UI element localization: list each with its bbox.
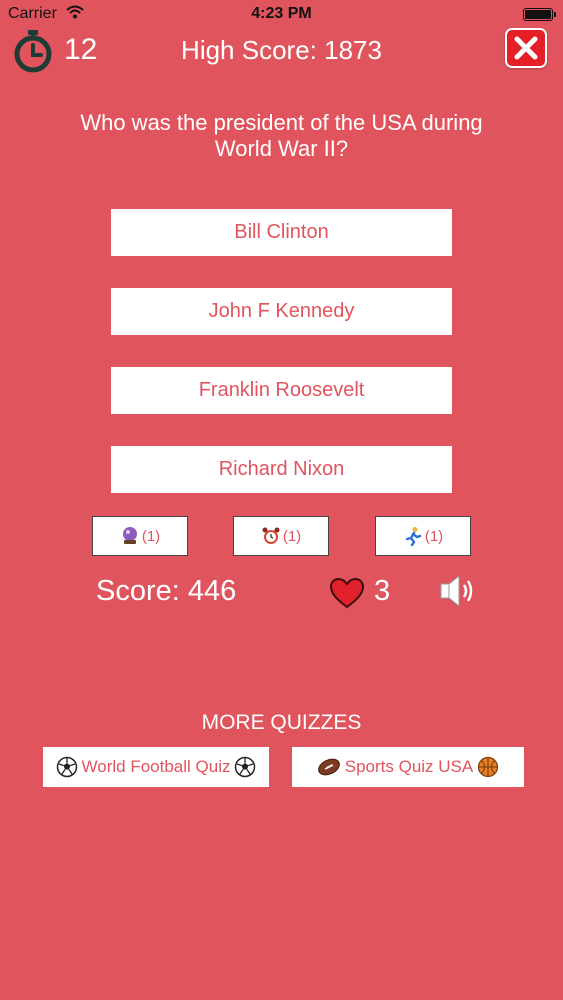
powerup-alarm-clock-button[interactable]: (1) (233, 516, 329, 556)
battery-icon (523, 8, 556, 21)
score-text: Score: 446 (96, 575, 237, 607)
soccer-ball-icon (56, 756, 77, 778)
heart-icon (329, 577, 365, 614)
question-text: Who was the president of the USA during … (80, 110, 483, 161)
powerup-count: (1) (141, 527, 161, 545)
speaker-icon[interactable] (438, 573, 478, 614)
soccer-ball-icon (235, 756, 256, 778)
high-score: High Score: 1873 (181, 35, 382, 65)
answer-button-2[interactable]: John F Kennedy (111, 288, 452, 335)
powerup-count: (1) (282, 527, 302, 545)
status-time: 4:23 PM (251, 5, 312, 22)
football-icon (317, 758, 340, 776)
close-button[interactable] (505, 28, 547, 68)
powerup-runner-button[interactable]: (1) (375, 516, 471, 556)
quiz-label: World Football Quiz (81, 757, 231, 776)
status-bar: Carrier 4:23 PM (0, 0, 563, 28)
runner-icon (405, 527, 422, 546)
answer-button-4[interactable]: Richard Nixon (111, 446, 452, 493)
sports-quiz-usa-button[interactable]: Sports Quiz USA (292, 747, 524, 787)
basketball-icon (478, 756, 499, 778)
lives-count: 3 (374, 575, 391, 607)
quiz-label: Sports Quiz USA (344, 757, 474, 776)
world-football-quiz-button[interactable]: World Football Quiz (43, 747, 269, 787)
close-icon (514, 36, 538, 60)
crystal-ball-icon (122, 527, 137, 544)
more-quizzes-title: MORE QUIZZES (201, 711, 362, 734)
answer-button-3[interactable]: Franklin Roosevelt (111, 367, 452, 414)
powerup-crystal-ball-button[interactable]: (1) (92, 516, 188, 556)
alarm-clock-icon (262, 527, 280, 544)
answer-button-1[interactable]: Bill Clinton (111, 209, 452, 256)
powerup-count: (1) (424, 527, 444, 545)
